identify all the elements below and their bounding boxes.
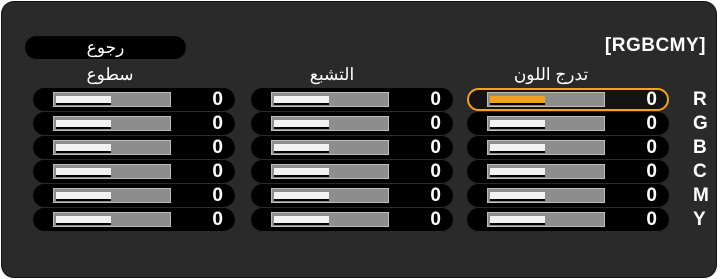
slider-value: 0 bbox=[430, 209, 441, 230]
slider-value: 0 bbox=[212, 209, 223, 230]
slider-fill bbox=[56, 216, 111, 225]
hue-slider-b[interactable]: 0 bbox=[467, 136, 669, 159]
slider-fill bbox=[274, 96, 329, 105]
slider-fill bbox=[490, 168, 545, 177]
brightness-slider-y[interactable]: 0 bbox=[33, 208, 235, 231]
slider-value: 0 bbox=[430, 137, 441, 158]
slider-track bbox=[487, 116, 605, 131]
slider-value: 0 bbox=[212, 161, 223, 182]
slider-value: 0 bbox=[212, 113, 223, 134]
rgbcmy-menu-panel: رجوع [RGBCMY] سطوع التشبع تدرج اللون 000… bbox=[2, 2, 716, 277]
slider-track bbox=[271, 140, 389, 155]
slider-value: 0 bbox=[646, 113, 657, 134]
row-label: C bbox=[693, 161, 707, 182]
saturation-slider-g[interactable]: 0 bbox=[251, 112, 453, 135]
slider-fill bbox=[490, 192, 545, 201]
slider-fill bbox=[56, 120, 111, 129]
slider-track bbox=[53, 140, 171, 155]
slider-track bbox=[487, 140, 605, 155]
slider-value: 0 bbox=[212, 89, 223, 110]
saturation-slider-r[interactable]: 0 bbox=[251, 88, 453, 111]
row-c: 0 0 0 C bbox=[2, 160, 716, 184]
slider-track bbox=[271, 116, 389, 131]
brightness-slider-m[interactable]: 0 bbox=[33, 184, 235, 207]
column-header-hue: تدرج اللون bbox=[513, 65, 589, 84]
slider-fill bbox=[56, 144, 111, 153]
slider-value: 0 bbox=[430, 113, 441, 134]
slider-track bbox=[271, 164, 389, 179]
row-y: 0 0 0 Y bbox=[2, 208, 716, 232]
brightness-slider-g[interactable]: 0 bbox=[33, 112, 235, 135]
slider-value: 0 bbox=[212, 137, 223, 158]
slider-fill bbox=[274, 168, 329, 177]
slider-fill bbox=[490, 96, 545, 105]
slider-value: 0 bbox=[212, 185, 223, 206]
slider-track bbox=[271, 188, 389, 203]
row-label: G bbox=[693, 113, 708, 134]
column-header-brightness: سطوع bbox=[86, 65, 134, 84]
slider-fill bbox=[274, 144, 329, 153]
row-g: 0 0 0 G bbox=[2, 112, 716, 136]
slider-value: 0 bbox=[646, 209, 657, 230]
slider-value: 0 bbox=[646, 161, 657, 182]
saturation-slider-c[interactable]: 0 bbox=[251, 160, 453, 183]
slider-fill bbox=[56, 168, 111, 177]
slider-track bbox=[487, 164, 605, 179]
slider-fill bbox=[490, 216, 545, 225]
row-b: 0 0 0 B bbox=[2, 136, 716, 160]
row-m: 0 0 0 M bbox=[2, 184, 716, 208]
slider-fill bbox=[274, 120, 329, 129]
hue-slider-r[interactable]: 0 bbox=[467, 88, 669, 111]
slider-value: 0 bbox=[646, 185, 657, 206]
slider-track bbox=[53, 92, 171, 107]
hue-slider-y[interactable]: 0 bbox=[467, 208, 669, 231]
slider-fill bbox=[56, 192, 111, 201]
back-button[interactable]: رجوع bbox=[25, 36, 186, 59]
row-label: Y bbox=[693, 209, 706, 230]
row-label: B bbox=[693, 137, 707, 158]
slider-track bbox=[53, 116, 171, 131]
row-r: 0 0 0 R bbox=[2, 88, 716, 112]
slider-value: 0 bbox=[646, 89, 657, 110]
slider-fill bbox=[274, 192, 329, 201]
row-label: R bbox=[693, 89, 707, 110]
saturation-slider-m[interactable]: 0 bbox=[251, 184, 453, 207]
slider-value: 0 bbox=[646, 137, 657, 158]
hue-slider-g[interactable]: 0 bbox=[467, 112, 669, 135]
slider-fill bbox=[490, 120, 545, 129]
slider-track bbox=[487, 188, 605, 203]
brightness-slider-r[interactable]: 0 bbox=[33, 88, 235, 111]
saturation-slider-b[interactable]: 0 bbox=[251, 136, 453, 159]
slider-fill bbox=[490, 144, 545, 153]
slider-value: 0 bbox=[430, 89, 441, 110]
slider-value: 0 bbox=[430, 185, 441, 206]
slider-track bbox=[271, 212, 389, 227]
slider-track bbox=[271, 92, 389, 107]
hue-slider-m[interactable]: 0 bbox=[467, 184, 669, 207]
slider-track bbox=[53, 212, 171, 227]
slider-track bbox=[53, 188, 171, 203]
slider-track bbox=[487, 92, 605, 107]
brightness-slider-c[interactable]: 0 bbox=[33, 160, 235, 183]
column-header-saturation: التشبع bbox=[309, 65, 355, 84]
slider-track bbox=[53, 164, 171, 179]
slider-value: 0 bbox=[430, 161, 441, 182]
row-label: M bbox=[693, 185, 709, 206]
slider-track bbox=[487, 212, 605, 227]
slider-fill bbox=[274, 216, 329, 225]
brightness-slider-b[interactable]: 0 bbox=[33, 136, 235, 159]
hue-slider-c[interactable]: 0 bbox=[467, 160, 669, 183]
saturation-slider-y[interactable]: 0 bbox=[251, 208, 453, 231]
menu-title: [RGBCMY] bbox=[604, 35, 706, 56]
slider-fill bbox=[56, 96, 111, 105]
